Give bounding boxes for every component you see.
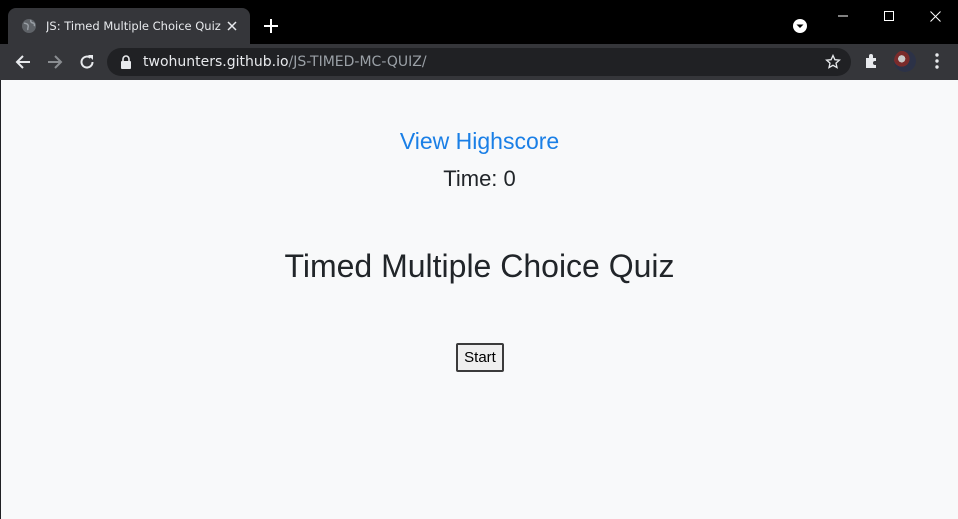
globe-icon	[21, 18, 37, 34]
close-window-icon[interactable]	[912, 0, 958, 32]
url-text[interactable]: twohunters.github.io/JS-TIMED-MC-QUIZ/	[143, 54, 427, 70]
tab-title: JS: Timed Multiple Choice Quiz	[46, 19, 221, 33]
timer-text: Time: 0	[443, 166, 516, 191]
browser-tab[interactable]: JS: Timed Multiple Choice Quiz	[8, 8, 250, 44]
lock-icon[interactable]	[120, 55, 134, 69]
tab-search-icon[interactable]	[791, 17, 809, 35]
browser-toolbar: twohunters.github.io/JS-TIMED-MC-QUIZ/	[0, 44, 958, 80]
minimize-icon[interactable]	[820, 0, 866, 32]
tab-strip: JS: Timed Multiple Choice Quiz	[0, 0, 958, 44]
extensions-puzzle-icon[interactable]	[863, 52, 881, 70]
reload-icon[interactable]	[75, 50, 99, 74]
profile-avatar[interactable]	[894, 50, 916, 72]
view-highscore-wrapper: View Highscore	[1, 128, 958, 155]
forward-arrow-icon[interactable]	[43, 50, 67, 74]
url-path: /JS-TIMED-MC-QUIZ/	[288, 54, 427, 70]
address-bar[interactable]: twohunters.github.io/JS-TIMED-MC-QUIZ/	[107, 48, 851, 76]
start-button[interactable]: Start	[456, 343, 504, 372]
back-arrow-icon[interactable]	[11, 50, 35, 74]
bookmark-star-icon[interactable]	[825, 54, 841, 70]
url-host: twohunters.github.io	[143, 54, 289, 70]
maximize-icon[interactable]	[866, 0, 912, 32]
new-tab-plus-icon[interactable]	[261, 16, 281, 36]
view-highscore-link[interactable]: View Highscore	[400, 128, 559, 154]
page-content: View Highscore Time: 0 Timed Multiple Ch…	[1, 80, 958, 519]
close-tab-icon[interactable]	[224, 18, 240, 34]
quiz-title: Timed Multiple Choice Quiz	[284, 248, 675, 284]
kebab-menu-icon[interactable]	[929, 52, 945, 70]
